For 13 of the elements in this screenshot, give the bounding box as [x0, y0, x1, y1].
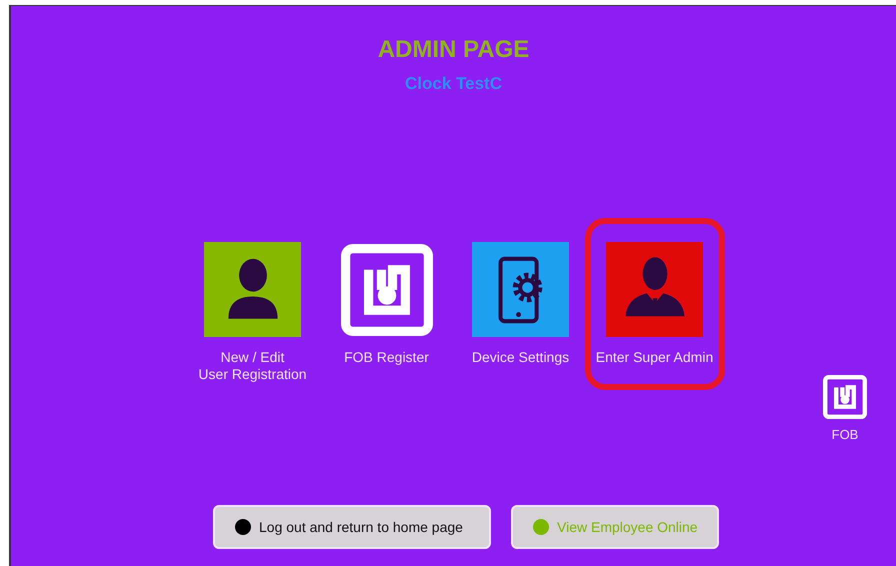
page-title: ADMIN PAGE: [378, 36, 530, 64]
device-name: Clock TestC: [405, 74, 502, 94]
tile-label[interactable]: Enter Super Admin: [596, 349, 714, 366]
tile-label[interactable]: Device Settings: [472, 349, 570, 366]
fob-tag-icon: [823, 375, 867, 419]
tile-label[interactable]: New / Edit User Registration: [198, 349, 307, 383]
phone-gear-icon: [472, 242, 569, 337]
logout-button[interactable]: Log out and return to home page: [213, 505, 491, 549]
fob-label[interactable]: FOB: [832, 427, 858, 442]
businessman-tile-icon: [606, 242, 703, 337]
tile-label[interactable]: FOB Register: [344, 349, 429, 366]
fob-tag-icon: [340, 244, 432, 336]
user-tile-icon: [204, 242, 301, 337]
